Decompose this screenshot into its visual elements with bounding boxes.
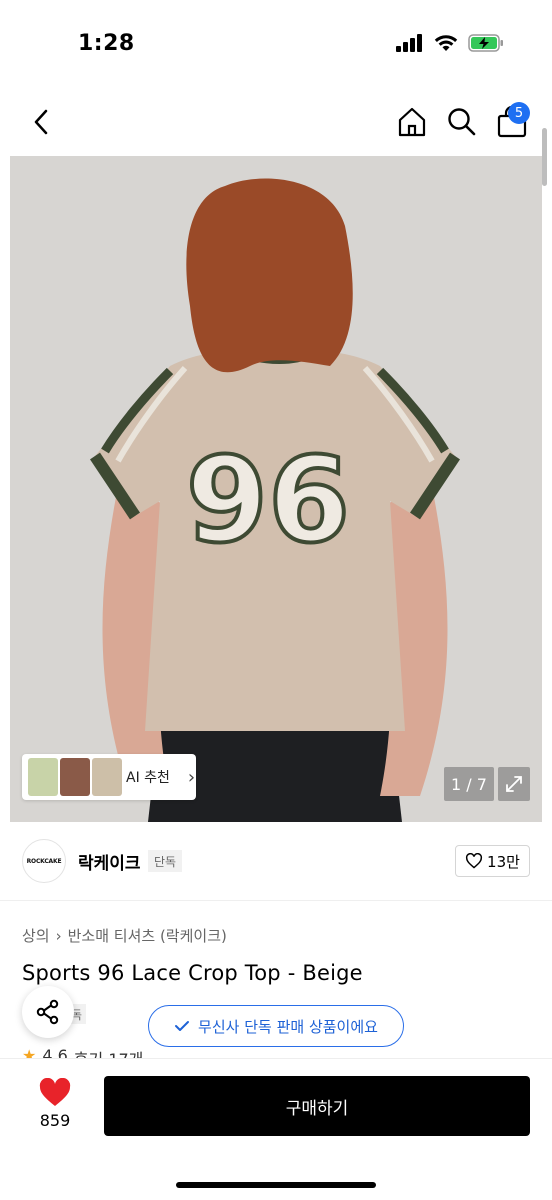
breadcrumb: 상의 › 반소매 티셔츠 (락케이크) (22, 925, 227, 946)
cart-count-badge: 5 (508, 102, 530, 124)
search-button[interactable] (444, 104, 480, 140)
product-photo: 96 (10, 156, 542, 822)
buy-button[interactable]: 구매하기 (104, 1076, 530, 1136)
status-time: 1:28 (78, 31, 135, 56)
breadcrumb-item-category[interactable]: 상의 (22, 925, 50, 946)
image-page-indicator: 1 / 7 (444, 767, 494, 801)
battery-charging-icon (468, 34, 503, 52)
wishlist-count: 859 (39, 1111, 71, 1130)
svg-text:96: 96 (186, 431, 350, 569)
share-icon (36, 999, 59, 1025)
status-icons (396, 34, 504, 52)
heart-filled-icon (39, 1077, 71, 1106)
chevron-right-icon: › (55, 926, 62, 945)
expand-icon (506, 776, 522, 792)
chevron-left-icon (34, 109, 48, 135)
brand-exclusive-badge: 단독 (148, 850, 183, 872)
brand-logo[interactable]: ROCKCAKE (22, 839, 66, 883)
ai-recommend-label: AI 추천 (126, 770, 170, 786)
home-indicator (176, 1182, 376, 1188)
brand-like-count: 13만 (487, 852, 520, 871)
exclusive-toast: 무신사 단독 판매 상품이에요 (148, 1005, 404, 1047)
heart-outline-icon (466, 853, 483, 869)
wishlist-button[interactable] (38, 1077, 72, 1108)
back-button[interactable] (26, 104, 56, 140)
check-icon (175, 1021, 190, 1031)
thumbnail-3 (92, 758, 122, 796)
product-title: Sports 96 Lace Crop Top - Beige (22, 961, 363, 985)
home-button[interactable] (394, 104, 430, 140)
status-bar: 1:28 (0, 0, 552, 90)
thumbnail-2 (60, 758, 90, 796)
top-nav-bar (0, 92, 552, 152)
brand-name[interactable]: 락케이크 (78, 849, 141, 874)
search-icon (448, 108, 476, 136)
scrollbar[interactable] (542, 128, 547, 186)
ai-recommend-button[interactable]: AI 추천 › (22, 754, 196, 800)
product-image[interactable]: 96 (10, 156, 542, 822)
expand-image-button[interactable] (498, 767, 530, 801)
brand-like-button[interactable]: 13만 (455, 845, 530, 877)
signal-icon (396, 34, 422, 52)
chevron-right-icon: › (187, 766, 196, 788)
wifi-icon (434, 35, 458, 51)
breadcrumb-item-subcategory[interactable]: 반소매 티셔츠 (락케이크) (68, 925, 227, 946)
section-divider (0, 900, 552, 901)
share-button[interactable] (22, 986, 74, 1038)
thumbnail-1 (28, 758, 58, 796)
toast-text: 무신사 단독 판매 상품이에요 (198, 1017, 378, 1036)
home-icon (398, 107, 426, 137)
